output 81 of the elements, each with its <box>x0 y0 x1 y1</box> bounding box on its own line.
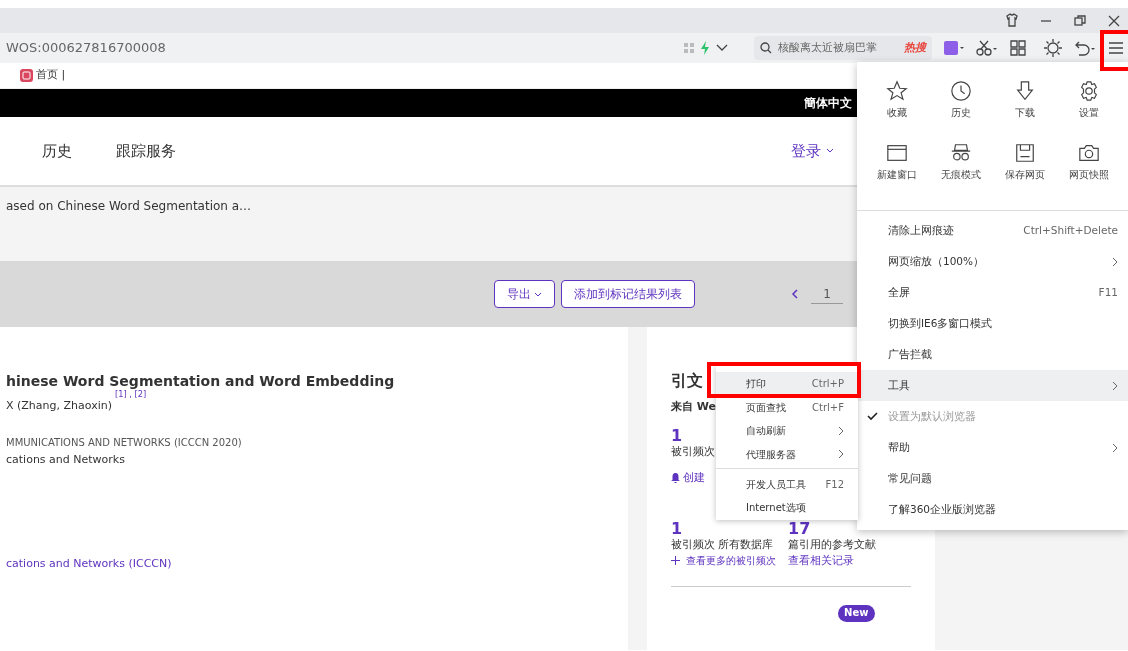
menu-icon[interactable] <box>1108 41 1124 55</box>
chevron-right-icon <box>838 449 844 460</box>
menu-item[interactable]: 广告拦截 <box>857 339 1128 370</box>
menu-item[interactable]: 了解360企业版浏览器 <box>857 494 1128 525</box>
chevron-right-icon <box>1112 256 1118 267</box>
menu-tile[interactable]: 历史 <box>929 80 993 142</box>
new-badge: New <box>837 604 875 622</box>
download-icon <box>1014 80 1036 102</box>
check-icon <box>867 412 878 421</box>
scissors-icon[interactable] <box>976 40 998 56</box>
menu-item[interactable]: 清除上网痕迹 Ctrl+Shift+Delete <box>857 215 1128 246</box>
bell-icon <box>671 473 680 484</box>
apps-icon[interactable] <box>1010 40 1026 56</box>
menu-item[interactable]: 页面查找 Ctrl+F <box>716 395 858 419</box>
brightness-icon[interactable] <box>1044 39 1062 57</box>
restore-icon[interactable] <box>1072 12 1088 29</box>
series-text: cations and Networks <box>6 451 126 468</box>
undo-icon[interactable] <box>1074 40 1096 56</box>
menu-item[interactable]: 全屏 F11 <box>857 277 1128 308</box>
search-icon <box>760 42 772 54</box>
add-to-marked-list-button[interactable]: 添加到标记结果列表 <box>561 280 696 308</box>
search-field[interactable]: 核酸离太近被扇巴掌 热搜 <box>754 36 932 60</box>
section-heading: 引文 <box>671 370 703 392</box>
menu-item[interactable]: 切换到IE6多窗口模式 <box>857 308 1128 339</box>
menu-item[interactable]: 开发人员工具 F12 <box>716 468 858 496</box>
clock-icon <box>950 80 972 102</box>
create-alert-link[interactable]: 创建 <box>671 470 705 487</box>
plus-icon <box>671 556 680 565</box>
breadcrumb-text: ased on Chinese Word Segmentation a… <box>6 199 252 213</box>
conference-text: MMUNICATIONS AND NETWORKS (ICCCN 2020) <box>6 435 243 450</box>
menu-item[interactable]: 代理服务器 <box>716 442 858 466</box>
caret-icon <box>534 291 543 298</box>
menu-item[interactable]: 自动刷新 <box>716 419 858 443</box>
citation-count-label: 被引频次 <box>671 443 715 460</box>
save-icon <box>1014 142 1036 164</box>
camera-icon <box>1078 142 1100 164</box>
menu-item[interactable]: 帮助 <box>857 432 1128 463</box>
previous-page-icon[interactable] <box>791 289 800 299</box>
menu-item[interactable]: 打印 Ctrl+P <box>716 372 858 396</box>
menu-tile[interactable]: 设置 <box>1057 80 1121 142</box>
stat-link[interactable]: 查看相关记录 <box>788 553 854 570</box>
shirt-icon[interactable] <box>1004 12 1020 29</box>
menu-tile[interactable]: 下载 <box>993 80 1057 142</box>
star-icon <box>886 80 908 102</box>
menu-item[interactable]: 网页缩放（100%） <box>857 246 1128 277</box>
chevron-right-icon <box>1112 442 1118 453</box>
source-link[interactable]: cations and Networks (ICCCN) <box>6 556 628 573</box>
stat-value: 1 <box>671 520 684 537</box>
stat-value: 17 <box>788 520 812 537</box>
chevron-right-icon <box>838 425 844 436</box>
login-link[interactable]: 登录 <box>791 139 834 163</box>
menu-item[interactable]: Internet选项 <box>716 496 858 520</box>
export-button[interactable]: 导出 <box>493 280 556 308</box>
nav-link[interactable]: 历史 <box>42 139 72 163</box>
menu-tile[interactable]: 无痕模式 <box>929 142 993 204</box>
url-text[interactable]: WOS:000627816700008 <box>6 38 684 58</box>
caret-icon <box>826 148 834 155</box>
menu-tile[interactable]: 保存网页 <box>993 142 1057 204</box>
menu-tile[interactable]: 新建窗口 <box>865 142 929 204</box>
stat-label: 篇引用的参考文献 <box>788 536 876 553</box>
dropdown-icon[interactable] <box>716 44 728 52</box>
page-number-field[interactable]: 1 <box>811 284 843 304</box>
chevron-right-icon <box>1112 380 1118 391</box>
translate-icon[interactable] <box>944 41 964 55</box>
menu-tile[interactable]: 收藏 <box>865 80 929 142</box>
stat-label: 被引频次 所有数据库 <box>671 536 775 553</box>
author-text: X (Zhang, Zhaoxin) <box>6 398 112 414</box>
stat-link[interactable]: 查看更多的被引频次 <box>686 553 776 568</box>
menu-item[interactable]: 常见问题 <box>857 463 1128 494</box>
citation-count: 1 <box>671 427 683 444</box>
nav-link[interactable]: 跟踪服务 <box>116 139 176 163</box>
window-icon <box>886 142 908 164</box>
language-link[interactable]: 簡体中文 <box>804 94 852 112</box>
menu-item[interactable]: 工具 <box>857 370 1128 401</box>
settings-icon <box>1078 80 1100 102</box>
bookmark-link[interactable]: 首页 | <box>36 67 66 84</box>
bookmark-favicon-icon <box>20 69 33 82</box>
hot-search-label: 热搜 <box>904 39 926 56</box>
source-text: 来自 We <box>671 399 717 415</box>
record-title: hinese Word Segmentation and Word Embedding <box>6 372 396 390</box>
menu-tile[interactable]: 网页快照 <box>1057 142 1121 204</box>
